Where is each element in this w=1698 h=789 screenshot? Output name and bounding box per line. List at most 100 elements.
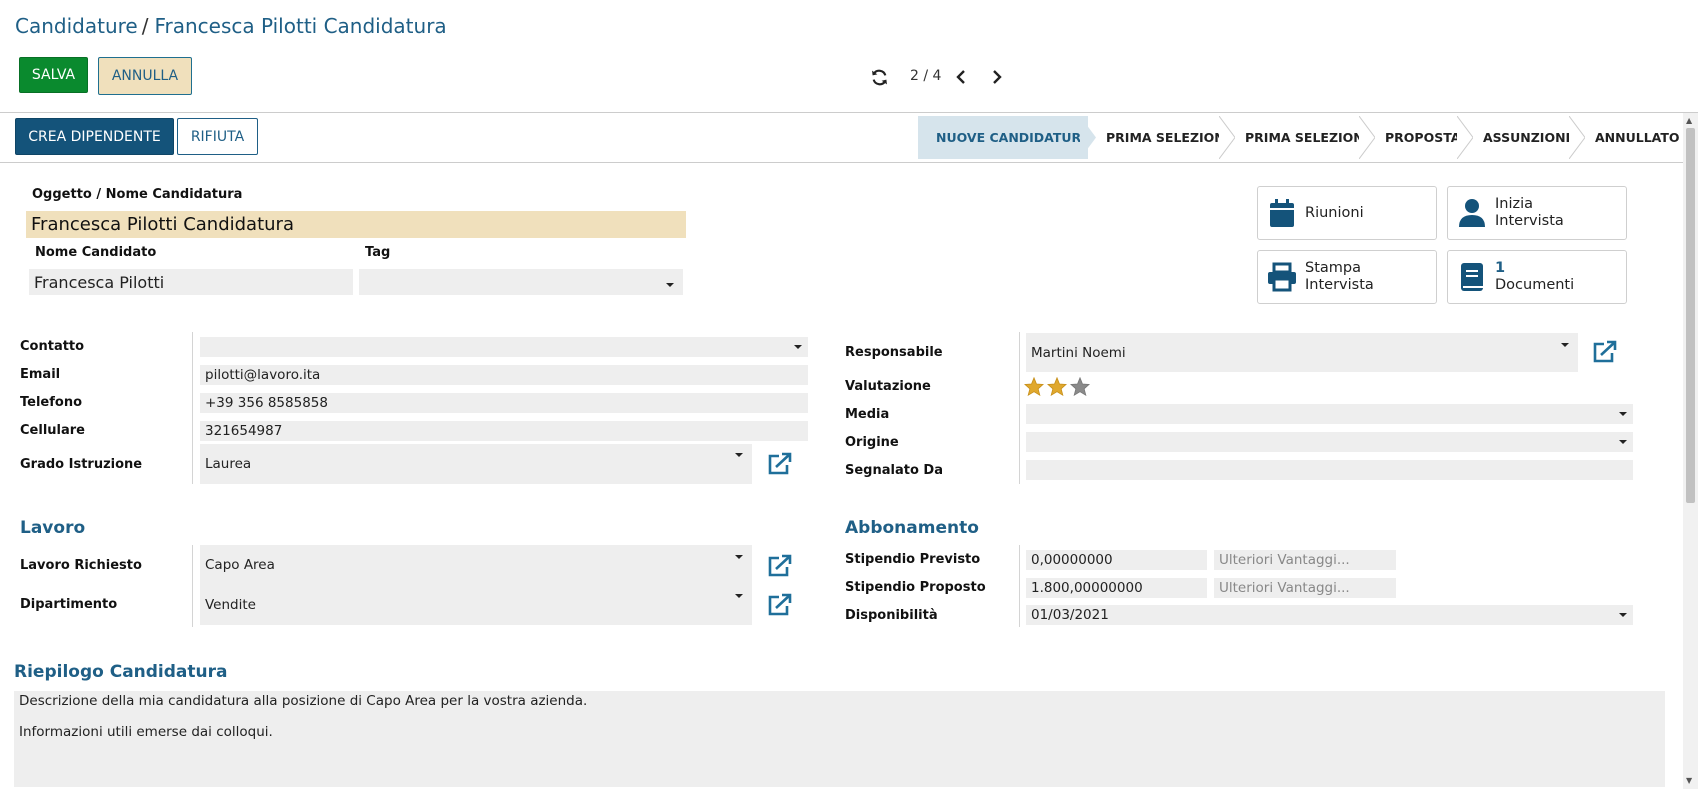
mobile-label: Cellulare: [20, 423, 85, 438]
create-employee-button[interactable]: CREA DIPENDENTE: [15, 118, 174, 155]
star-icon[interactable]: [1070, 377, 1090, 396]
proposed-salary-label: Stipendio Proposto: [845, 580, 986, 595]
external-link-icon[interactable]: [766, 592, 794, 618]
contact-select[interactable]: [200, 337, 808, 357]
start-interview-label-2: Intervista: [1495, 213, 1564, 229]
stage-assunzione[interactable]: ASSUNZIONE: [1465, 116, 1585, 159]
scroll-down-icon[interactable]: ▼: [1686, 776, 1692, 785]
tag-label: Tag: [365, 245, 391, 260]
external-link-icon[interactable]: [766, 553, 794, 579]
star-icon[interactable]: [1047, 377, 1067, 396]
media-label: Media: [845, 407, 890, 422]
department-select[interactable]: Vendite: [200, 585, 752, 625]
breadcrumb-separator: /: [141, 14, 149, 38]
manager-label: Responsabile: [845, 345, 943, 360]
chevron-down-icon: [1619, 440, 1627, 444]
education-label: Grado Istruzione: [20, 457, 143, 472]
print-interview-label-1: Stampa: [1305, 260, 1361, 276]
breadcrumb-parent-link[interactable]: Candidature: [15, 14, 138, 38]
email-field[interactable]: pilotti@lavoro.ita: [200, 365, 808, 385]
stage-label: ANNULLATO: [1595, 130, 1680, 145]
documents-label: Documenti: [1495, 277, 1575, 293]
stage-chevron-icon: [1569, 116, 1585, 159]
meetings-button[interactable]: Riunioni: [1257, 186, 1437, 240]
availability-value: 01/03/2021: [1031, 607, 1109, 623]
mobile-field[interactable]: 321654987: [200, 421, 808, 441]
media-select[interactable]: [1026, 404, 1633, 424]
star-icon[interactable]: [1024, 377, 1044, 396]
stage-proposta[interactable]: PROPOSTA: [1367, 116, 1473, 159]
stage-label: NUOVE CANDIDATURE: [936, 130, 1090, 145]
external-link-icon[interactable]: [1591, 339, 1619, 365]
book-icon: [1457, 261, 1487, 293]
stage-annullato[interactable]: ANNULLATO: [1577, 116, 1681, 159]
subject-input[interactable]: Francesca Pilotti Candidatura: [26, 211, 686, 238]
save-button[interactable]: SALVA: [19, 57, 88, 93]
divider: [1019, 332, 1020, 484]
candidate-name-label: Nome Candidato: [35, 245, 157, 260]
stage-label: ASSUNZIONE: [1483, 130, 1575, 145]
chevron-down-icon: [666, 283, 674, 287]
stage-statusbar: NUOVE CANDIDATURE PRIMA SELEZIONE PRIMA …: [918, 116, 1681, 159]
stage-label: PROPOSTA: [1385, 130, 1461, 145]
summary-section-title: Riepilogo Candidatura: [14, 662, 228, 682]
summary-line-2: Informazioni utili emerse dai colloqui.: [19, 724, 273, 740]
requested-job-value: Capo Area: [205, 557, 275, 573]
cancel-button[interactable]: ANNULLA: [98, 57, 192, 95]
divider: [0, 112, 1698, 113]
manager-value: Martini Noemi: [1031, 344, 1126, 361]
manager-select[interactable]: Martini Noemi: [1026, 333, 1578, 372]
scrollbar-thumb[interactable]: [1686, 128, 1695, 503]
phone-field[interactable]: +39 356 8585858: [200, 393, 808, 413]
chevron-down-icon: [735, 594, 743, 598]
summary-textarea[interactable]: Descrizione della mia candidatura alla p…: [14, 691, 1665, 787]
expected-salary-label: Stipendio Previsto: [845, 552, 981, 567]
availability-label: Disponibilità: [845, 608, 938, 623]
referred-field[interactable]: [1026, 460, 1633, 480]
requested-job-select[interactable]: Capo Area: [200, 545, 752, 585]
summary-line-1: Descrizione della mia candidatura alla p…: [19, 693, 588, 709]
stage-nuove-candidature[interactable]: NUOVE CANDIDATURE: [918, 116, 1096, 159]
expected-salary-input[interactable]: 0,00000000: [1026, 550, 1207, 570]
documents-count: 1: [1495, 260, 1506, 276]
tag-select[interactable]: [359, 269, 683, 295]
education-value: Laurea: [205, 456, 252, 472]
scroll-up-icon[interactable]: ▲: [1686, 116, 1692, 125]
breadcrumb-current: Francesca Pilotti Candidatura: [154, 14, 447, 38]
start-interview-button[interactable]: Inizia Intervista: [1447, 186, 1627, 240]
refuse-button[interactable]: RIFIUTA: [177, 118, 258, 155]
chevron-down-icon: [1561, 343, 1569, 347]
origin-select[interactable]: [1026, 432, 1633, 452]
breadcrumb: Candidature / Francesca Pilotti Candidatur…: [15, 14, 447, 38]
stage-label: PRIMA SELEZIONE: [1245, 130, 1373, 145]
printer-icon: [1267, 261, 1297, 293]
refresh-icon[interactable]: [869, 67, 889, 87]
print-interview-label-2: Intervista: [1305, 277, 1374, 293]
expected-benefits-input[interactable]: Ulteriori Vantaggi...: [1214, 550, 1396, 570]
rating-stars[interactable]: [1024, 377, 1090, 396]
divider: [192, 332, 193, 484]
stage-chevron-icon: [1457, 116, 1473, 159]
documents-button[interactable]: 1 Documenti: [1447, 250, 1627, 304]
chevron-down-icon: [1619, 412, 1627, 416]
external-link-icon[interactable]: [766, 451, 794, 477]
stage-prima-selezione-2[interactable]: PRIMA SELEZIONE: [1227, 116, 1375, 159]
next-record-icon[interactable]: [988, 67, 1006, 87]
meetings-label: Riunioni: [1305, 204, 1364, 221]
stage-prima-selezione[interactable]: PRIMA SELEZIONE: [1088, 116, 1235, 159]
education-select[interactable]: Laurea: [200, 444, 752, 484]
contact-label: Contatto: [20, 339, 85, 354]
proposed-benefits-input[interactable]: Ulteriori Vantaggi...: [1214, 578, 1396, 598]
print-interview-button[interactable]: Stampa Intervista: [1257, 250, 1437, 304]
rating-label: Valutazione: [845, 379, 931, 394]
proposed-salary-input[interactable]: 1.800,00000000: [1026, 578, 1207, 598]
stage-chevron-icon: [1359, 116, 1375, 159]
phone-label: Telefono: [20, 395, 83, 410]
user-icon: [1457, 197, 1487, 229]
availability-datepicker[interactable]: 01/03/2021: [1026, 605, 1633, 625]
department-value: Vendite: [205, 597, 256, 613]
chevron-down-icon: [735, 453, 743, 457]
previous-record-icon[interactable]: [952, 67, 970, 87]
start-interview-label-1: Inizia: [1495, 196, 1534, 212]
candidate-name-input[interactable]: Francesca Pilotti: [29, 269, 353, 295]
